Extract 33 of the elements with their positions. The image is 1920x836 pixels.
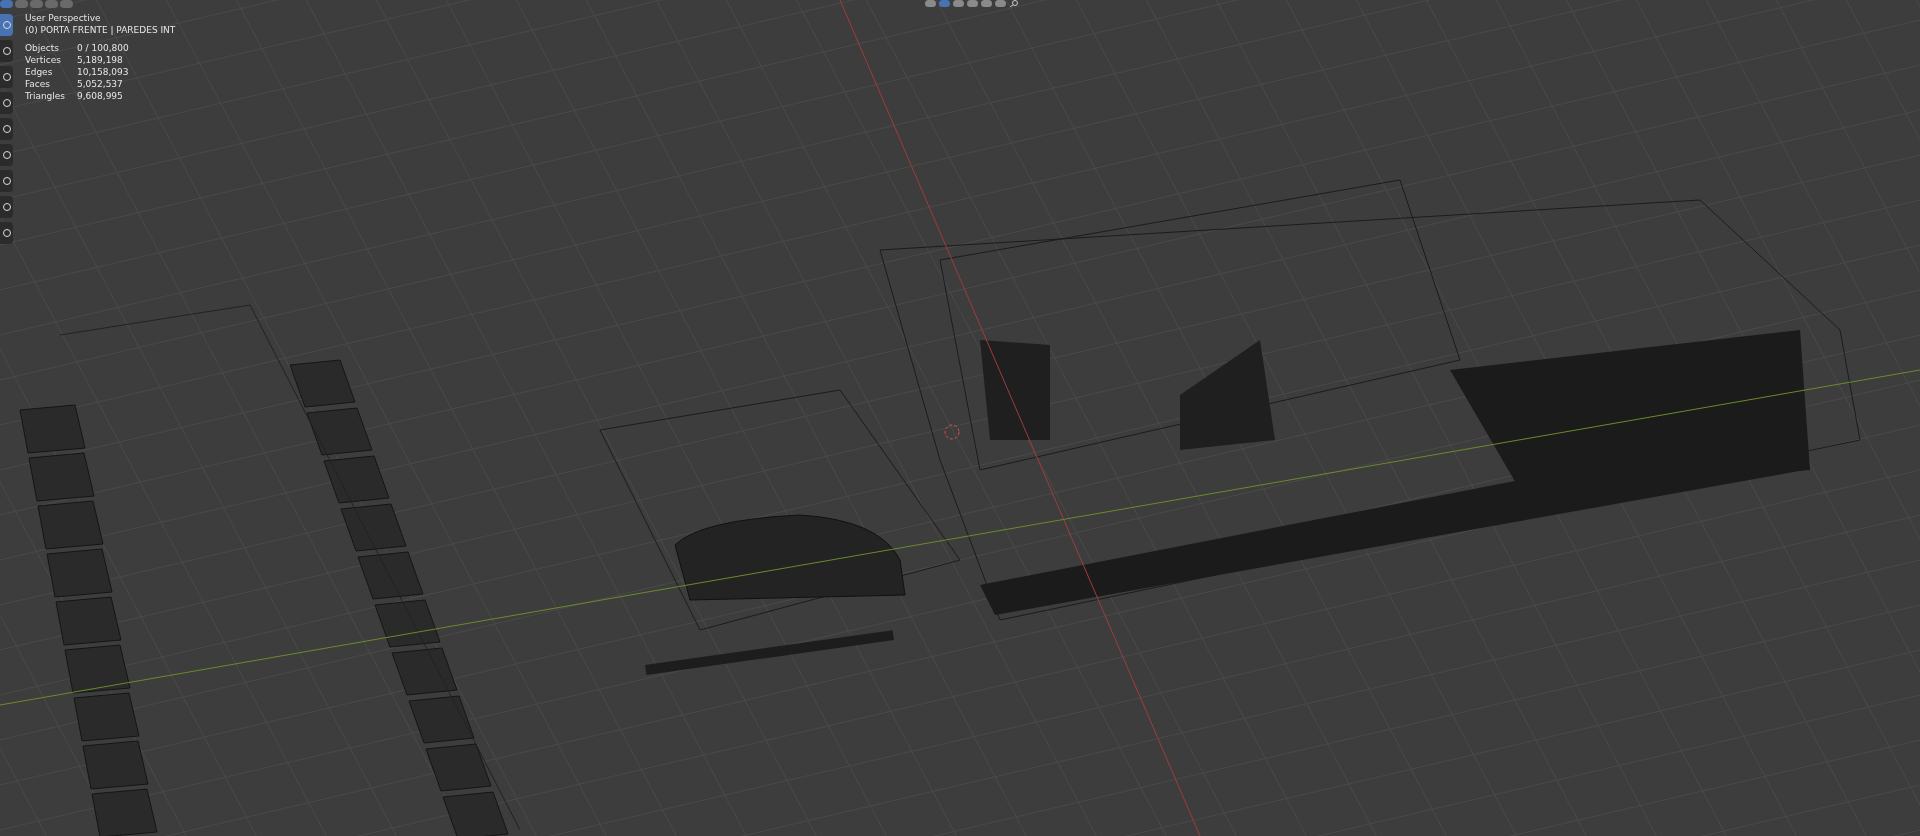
view-name: User Perspective <box>25 12 102 24</box>
tool-button[interactable] <box>0 196 13 218</box>
tool-button[interactable] <box>0 170 13 192</box>
stat-label: Vertices <box>25 54 62 66</box>
stat-label: Edges <box>25 66 54 78</box>
select-mode-button[interactable] <box>30 0 43 8</box>
tool-button[interactable] <box>0 40 13 62</box>
tool-button[interactable] <box>0 14 13 36</box>
shading-button[interactable] <box>953 0 964 7</box>
tool-button[interactable] <box>0 66 13 88</box>
tool-button[interactable] <box>0 144 13 166</box>
select-mode-button[interactable] <box>0 0 13 8</box>
stat-value: 9,608,995 <box>77 90 123 102</box>
tool-button[interactable] <box>0 222 13 244</box>
stat-value: 5,189,198 <box>77 54 123 66</box>
stat-label: Objects <box>25 42 60 54</box>
shading-button[interactable] <box>939 0 950 7</box>
stat-value: 5,052,537 <box>77 78 123 90</box>
shading-button[interactable] <box>925 0 936 7</box>
tool-button[interactable] <box>0 92 13 114</box>
active-object-name: (0) PORTA FRENTE | PAREDES INT <box>25 24 176 36</box>
select-mode-button[interactable] <box>60 0 73 8</box>
stat-label: Faces <box>25 78 52 90</box>
stat-value: 10,158,093 <box>77 66 129 78</box>
search-icon[interactable] <box>1009 0 1019 7</box>
select-mode-button[interactable] <box>45 0 58 8</box>
shading-button[interactable] <box>995 0 1006 7</box>
stat-value: 0 / 100,800 <box>77 42 129 54</box>
shading-button[interactable] <box>967 0 978 7</box>
stat-label: Triangles <box>25 90 67 102</box>
select-mode-button[interactable] <box>15 0 28 8</box>
tool-button[interactable] <box>0 118 13 140</box>
shading-button[interactable] <box>981 0 992 7</box>
